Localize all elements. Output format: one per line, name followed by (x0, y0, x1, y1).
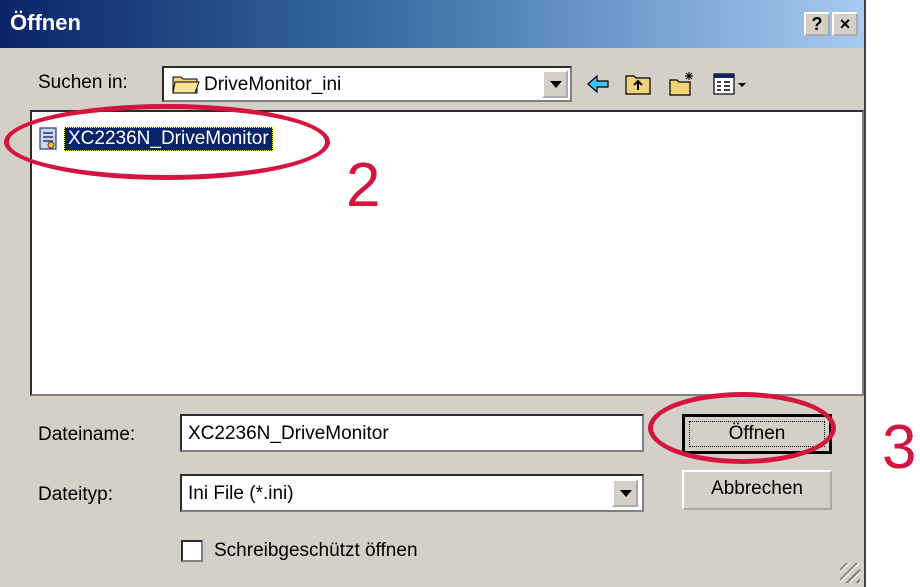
filetype-label: Dateityp: (38, 484, 113, 505)
annotation-ellipse-open (648, 392, 836, 464)
back-icon[interactable] (584, 70, 612, 98)
lookin-label: Suchen in: (38, 72, 128, 93)
filename-input[interactable]: XC2236N_DriveMonitor (180, 414, 644, 452)
close-button[interactable]: × (832, 12, 858, 36)
open-dialog: Öffnen ? × Suchen in: DriveMonitor_ini X… (0, 0, 866, 587)
view-menu-icon[interactable] (712, 70, 752, 98)
lookin-combo[interactable]: DriveMonitor_ini (162, 66, 572, 102)
cancel-button[interactable]: Abbrechen (682, 470, 832, 510)
readonly-checkbox[interactable] (181, 540, 203, 562)
annotation-ellipse-file (4, 104, 330, 180)
annotation-number-3: 3 (882, 413, 917, 482)
new-folder-icon[interactable] (668, 70, 696, 98)
filename-value: XC2236N_DriveMonitor (188, 423, 389, 444)
folder-open-icon (172, 76, 200, 94)
filename-label: Dateiname: (38, 424, 136, 445)
lookin-dropdown-button[interactable] (542, 70, 568, 98)
filetype-value: Ini File (*.ini) (188, 483, 294, 504)
filetype-combo[interactable]: Ini File (*.ini) (180, 474, 644, 512)
resize-grip[interactable] (840, 563, 860, 583)
readonly-label: Schreibgeschützt öffnen (214, 540, 418, 561)
window-title: Öffnen (10, 10, 81, 35)
annotation-number-2: 2 (346, 151, 381, 220)
filetype-dropdown-button[interactable] (612, 479, 638, 507)
help-button[interactable]: ? (804, 12, 830, 36)
lookin-value: DriveMonitor_ini (204, 74, 342, 95)
up-folder-icon[interactable] (624, 70, 652, 98)
title-bar: Öffnen ? × (0, 0, 864, 48)
